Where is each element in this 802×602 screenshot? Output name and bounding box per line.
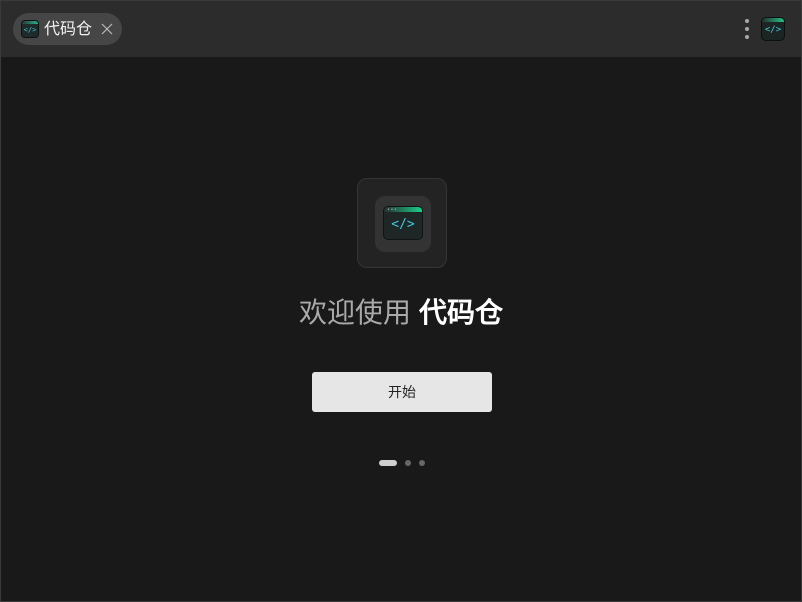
welcome-title: 欢迎使用 代码仓 — [1, 293, 801, 333]
page-indicator — [379, 460, 433, 466]
more-vertical-icon[interactable] — [741, 17, 753, 41]
code-window-icon: </> — [21, 20, 39, 38]
code-window-icon: ••• </> — [383, 206, 423, 240]
code-window-icon: </> — [761, 17, 785, 41]
title-bar: </> 代码仓 </> — [1, 1, 801, 57]
welcome-brand: 代码仓 — [419, 296, 504, 329]
page-dot-2[interactable] — [405, 460, 411, 466]
tab-code-repo[interactable]: </> 代码仓 — [13, 13, 122, 45]
page-dot-3[interactable] — [419, 460, 425, 466]
app-logo: ••• </> — [357, 178, 447, 268]
start-button[interactable]: 开始 — [312, 372, 492, 412]
welcome-lead: 欢迎使用 — [298, 296, 411, 329]
page-dot-1[interactable] — [379, 460, 397, 466]
close-icon[interactable] — [100, 22, 114, 36]
tab-label: 代码仓 — [44, 19, 93, 38]
app-window: </> 代码仓 </> ••• </> 欢迎使用 代码仓 开始 — [0, 0, 802, 602]
